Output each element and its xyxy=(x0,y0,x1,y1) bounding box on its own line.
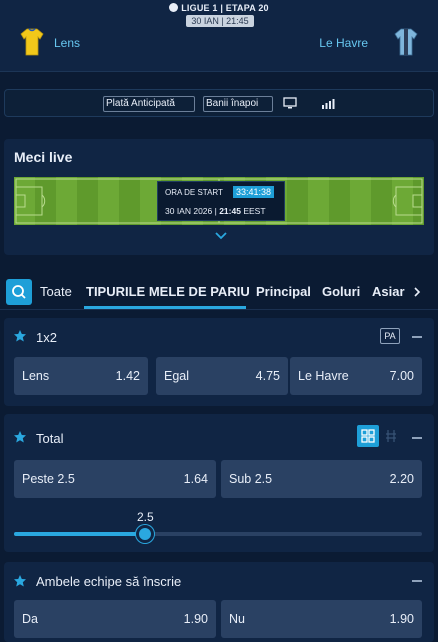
star-icon[interactable] xyxy=(13,329,27,343)
odd-label: Le Havre xyxy=(298,369,349,383)
chevron-down-icon[interactable] xyxy=(214,231,228,241)
odd-label: Nu xyxy=(229,612,245,626)
money-back-button[interactable]: Banii înapoi xyxy=(203,96,273,112)
start-time-label: ORA DE START xyxy=(165,188,223,197)
star-icon[interactable] xyxy=(13,574,27,588)
away-jersey-icon xyxy=(394,28,418,56)
search-icon xyxy=(12,285,26,299)
grid-icon xyxy=(361,429,375,443)
slider-value-label: 2.5 xyxy=(137,510,154,524)
early-payout-badge: PA xyxy=(380,328,400,344)
market-title: Ambele echipe să înscrie xyxy=(36,574,182,589)
start-date: 30 IAN 2026 | xyxy=(165,206,217,216)
tv-icon[interactable] xyxy=(283,97,297,109)
football-icon xyxy=(169,3,179,12)
goal-line-slider[interactable] xyxy=(14,525,422,543)
grid-view-button[interactable] xyxy=(357,425,379,447)
start-date-line: 30 IAN 2026 | 21:45 EEST xyxy=(165,206,266,216)
market-tabs: Toate TIPURILE MELE DE PARIU Principal G… xyxy=(0,274,438,310)
odd-button-under[interactable]: Sub 2.5 2.20 xyxy=(221,460,422,498)
timezone: EEST xyxy=(243,206,266,216)
odd-value: 7.00 xyxy=(389,369,414,383)
odd-value: 1.42 xyxy=(115,369,140,383)
odd-value: 1.90 xyxy=(389,612,414,626)
odd-label: Lens xyxy=(22,369,50,383)
odd-value: 4.75 xyxy=(255,369,280,383)
market-total: Total Peste 2.5 1.64 Sub 2.5 2.20 2.5 xyxy=(4,414,434,552)
start-time-box: ORA DE START 33:41:38 30 IAN 2026 | 21:4… xyxy=(157,181,285,221)
odd-label: Egal xyxy=(164,369,190,383)
collapse-icon[interactable] xyxy=(412,580,422,582)
start-time: 21:45 xyxy=(219,206,241,216)
market-1x2: 1x2 PA Lens 1.42 Egal 4.75 Le Havre 7.00 xyxy=(4,318,434,406)
home-team-name[interactable]: Lens xyxy=(54,36,80,50)
home-jersey-icon xyxy=(20,28,44,56)
odd-button-no[interactable]: Nu 1.90 xyxy=(221,600,422,638)
odd-button-home[interactable]: Lens 1.42 xyxy=(14,357,148,395)
odd-button-away[interactable]: Le Havre 7.00 xyxy=(290,357,422,395)
slider-fill xyxy=(14,532,145,536)
tab-all[interactable]: Toate xyxy=(40,284,72,299)
tab-main[interactable]: Principal xyxy=(256,284,311,299)
market-both-teams-score: Ambele echipe să înscrie Da 1.90 Nu 1.90 xyxy=(4,562,434,642)
countdown-badge: 33:41:38 xyxy=(233,186,275,198)
early-payout-button[interactable]: Plată Anticipată xyxy=(103,96,195,112)
odd-value: 1.90 xyxy=(183,612,208,626)
stats-bars-icon[interactable] xyxy=(321,97,335,109)
odd-value: 1.64 xyxy=(183,472,208,486)
live-title: Meci live xyxy=(14,149,73,165)
odd-label: Peste 2.5 xyxy=(22,472,75,486)
search-button[interactable] xyxy=(6,279,32,305)
market-title: Total xyxy=(36,431,64,446)
star-icon[interactable] xyxy=(13,430,27,444)
odd-label: Sub 2.5 xyxy=(229,472,273,486)
list-view-icon[interactable] xyxy=(385,429,397,443)
kickoff-badge: 30 IAN | 21:45 xyxy=(186,15,254,27)
live-match-panel: Meci live ORA DE START 33:41:38 30 IAN 2… xyxy=(4,139,434,255)
collapse-icon[interactable] xyxy=(412,336,422,338)
stage-label: ETAPA xyxy=(225,3,256,13)
league-separator: | xyxy=(220,3,224,13)
away-team-name[interactable]: Le Havre xyxy=(319,36,368,50)
tab-goals[interactable]: Goluri xyxy=(322,284,360,299)
chevron-right-icon[interactable] xyxy=(412,286,422,298)
odd-button-draw[interactable]: Egal 4.75 xyxy=(156,357,288,395)
info-bar: Plată Anticipată Banii înapoi xyxy=(4,89,434,117)
match-header: LIGUE 1 | ETAPA 20 30 IAN | 21:45 Lens L… xyxy=(0,0,438,72)
odd-button-over[interactable]: Peste 2.5 1.64 xyxy=(14,460,216,498)
slider-handle[interactable] xyxy=(136,525,154,543)
active-tab-indicator xyxy=(84,306,246,309)
market-title: 1x2 xyxy=(36,330,57,345)
tab-my-bet-types[interactable]: TIPURILE MELE DE PARIU xyxy=(86,284,250,299)
odd-button-yes[interactable]: Da 1.90 xyxy=(14,600,216,638)
league-line: LIGUE 1 | ETAPA 20 xyxy=(0,3,438,13)
league-name: LIGUE 1 xyxy=(181,3,218,13)
odd-value: 2.20 xyxy=(389,472,414,486)
round-number: 20 xyxy=(258,3,269,13)
tab-asian[interactable]: Asiar xyxy=(372,284,405,299)
odd-label: Da xyxy=(22,612,38,626)
collapse-icon[interactable] xyxy=(412,437,422,439)
